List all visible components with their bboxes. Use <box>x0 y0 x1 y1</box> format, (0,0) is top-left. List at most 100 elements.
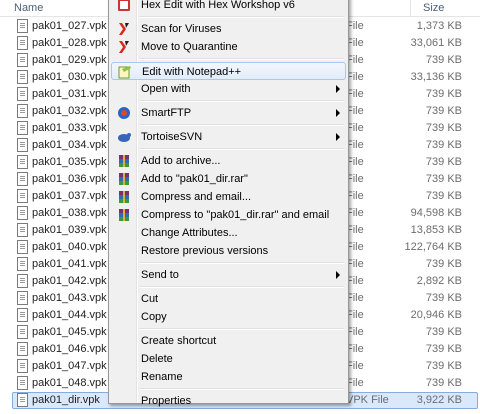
notepad-plus-plus-icon <box>118 65 132 79</box>
file-name: pak01_048.vpk <box>32 377 107 389</box>
menu-item-move-to-quarantine[interactable]: Move to Quarantine <box>111 38 346 56</box>
menu-separator <box>139 16 344 18</box>
tortoisesvn-icon <box>117 130 131 144</box>
file-name: pak01_030.vpk <box>32 71 107 83</box>
column-header-size[interactable]: Size <box>423 2 444 14</box>
file-size: 739 KB <box>425 377 462 389</box>
menu-item-label: Copy <box>141 311 167 323</box>
menu-item-rename[interactable]: Rename <box>111 368 346 386</box>
file-size: 739 KB <box>425 173 462 185</box>
menu-item-label: Create shortcut <box>141 335 217 347</box>
file-size: 33,136 KB <box>410 71 462 83</box>
menu-separator <box>139 262 344 264</box>
menu-separator <box>139 58 344 60</box>
menu-item-label: Open with <box>141 83 191 95</box>
file-size: 2,892 KB <box>416 275 462 287</box>
file-name: pak01_040.vpk <box>32 241 107 253</box>
context-menu: Hex Edit with Hex Workshop v6 Scan for Vi… <box>108 0 349 407</box>
menu-item-create-shortcut[interactable]: Create shortcut <box>111 332 346 350</box>
file-size: 739 KB <box>425 190 462 202</box>
menu-item-open-with[interactable]: Open with <box>111 80 346 98</box>
menu-item-cut[interactable]: Cut <box>111 290 346 308</box>
menu-item-compress-to-pak01-dir-rar-and-email[interactable]: Compress to "pak01_dir.rar" and email <box>111 206 346 224</box>
winrar-icon <box>117 190 131 204</box>
menu-item-label: SmartFTP <box>141 107 192 119</box>
menu-separator <box>139 328 344 330</box>
file-name: pak01_032.vpk <box>32 105 107 117</box>
menu-item-label: Restore previous versions <box>141 245 269 257</box>
smartftp-icon <box>117 106 131 120</box>
winrar-icon <box>117 208 131 222</box>
menu-item-label: Delete <box>141 353 173 365</box>
file-name: pak01_031.vpk <box>32 88 107 100</box>
file-size: 122,764 KB <box>404 241 463 253</box>
antivirus-icon <box>117 40 131 54</box>
file-name: pak01_039.vpk <box>32 224 107 236</box>
menu-item-send-to[interactable]: Send to <box>111 266 346 284</box>
menu-item-label: Compress and email... <box>141 191 252 203</box>
file-name: pak01_033.vpk <box>32 122 107 134</box>
menu-item-label: Hex Edit with Hex Workshop v6 <box>141 0 295 11</box>
file-size: 739 KB <box>425 156 462 168</box>
menu-item-label: TortoiseSVN <box>141 131 203 143</box>
file-size: 739 KB <box>425 88 462 100</box>
menu-item-label: Scan for Viruses <box>141 23 222 35</box>
file-icon <box>17 240 28 254</box>
menu-item-label: Properties <box>141 395 192 407</box>
file-name: pak01_043.vpk <box>32 292 107 304</box>
file-size: 739 KB <box>425 139 462 151</box>
menu-item-restore-previous-versions[interactable]: Restore previous versions <box>111 242 346 260</box>
file-icon <box>17 36 28 50</box>
menu-item-label: Compress to "pak01_dir.rar" and email <box>141 209 330 221</box>
menu-item-add-to-archive[interactable]: Add to archive... <box>111 152 346 170</box>
file-icon <box>17 257 28 271</box>
menu-item-label: Rename <box>141 371 183 383</box>
menu-item-label: Add to "pak01_dir.rar" <box>141 173 248 185</box>
file-icon <box>17 172 28 186</box>
menu-item-edit-with-notepad[interactable]: Edit with Notepad++ <box>111 62 346 80</box>
menu-separator <box>139 148 344 150</box>
winrar-icon <box>117 154 131 168</box>
file-name: pak01_029.vpk <box>32 54 107 66</box>
menu-item-label: Send to <box>141 269 179 281</box>
file-icon <box>17 291 28 305</box>
menu-item-tortoisesvn[interactable]: TortoiseSVN <box>111 128 346 146</box>
menu-item-smartftp[interactable]: SmartFTP <box>111 104 346 122</box>
file-type: VPK File <box>346 394 389 406</box>
menu-item-scan-for-viruses[interactable]: Scan for Viruses <box>111 20 346 38</box>
file-icon <box>17 223 28 237</box>
file-icon <box>17 121 28 135</box>
file-name: pak01_dir.vpk <box>32 394 100 406</box>
menu-separator <box>139 124 344 126</box>
file-size: 739 KB <box>425 292 462 304</box>
file-name: pak01_042.vpk <box>32 275 107 287</box>
menu-item-add-to-pak01-dir-rar[interactable]: Add to "pak01_dir.rar" <box>111 170 346 188</box>
column-divider[interactable] <box>410 0 411 17</box>
file-name: pak01_046.vpk <box>32 343 107 355</box>
menu-item-properties[interactable]: Properties <box>111 392 346 410</box>
file-name: pak01_044.vpk <box>32 309 107 321</box>
file-icon <box>17 206 28 220</box>
menu-item-copy[interactable]: Copy <box>111 308 346 326</box>
file-size: 20,946 KB <box>410 309 462 321</box>
menu-item-compress-and-email[interactable]: Compress and email... <box>111 188 346 206</box>
file-size: 739 KB <box>425 122 462 134</box>
file-size: 739 KB <box>425 360 462 372</box>
file-icon <box>17 308 28 322</box>
column-header-name[interactable]: Name <box>14 2 43 14</box>
menu-item-label: Add to archive... <box>141 155 221 167</box>
file-icon <box>17 70 28 84</box>
file-icon <box>17 376 28 390</box>
file-icon <box>17 53 28 67</box>
file-size: 33,061 KB <box>410 37 462 49</box>
file-icon <box>17 359 28 373</box>
submenu-arrow-icon <box>336 109 340 117</box>
menu-item-hex-edit-with-hex-workshop-v6[interactable]: Hex Edit with Hex Workshop v6 <box>111 0 346 14</box>
menu-item-delete[interactable]: Delete <box>111 350 346 368</box>
menu-item-label: Cut <box>141 293 159 305</box>
file-size: 739 KB <box>425 105 462 117</box>
file-icon <box>17 19 28 33</box>
file-name: pak01_036.vpk <box>32 173 107 185</box>
menu-item-change-attributes[interactable]: Change Attributes... <box>111 224 346 242</box>
winrar-icon <box>117 172 131 186</box>
